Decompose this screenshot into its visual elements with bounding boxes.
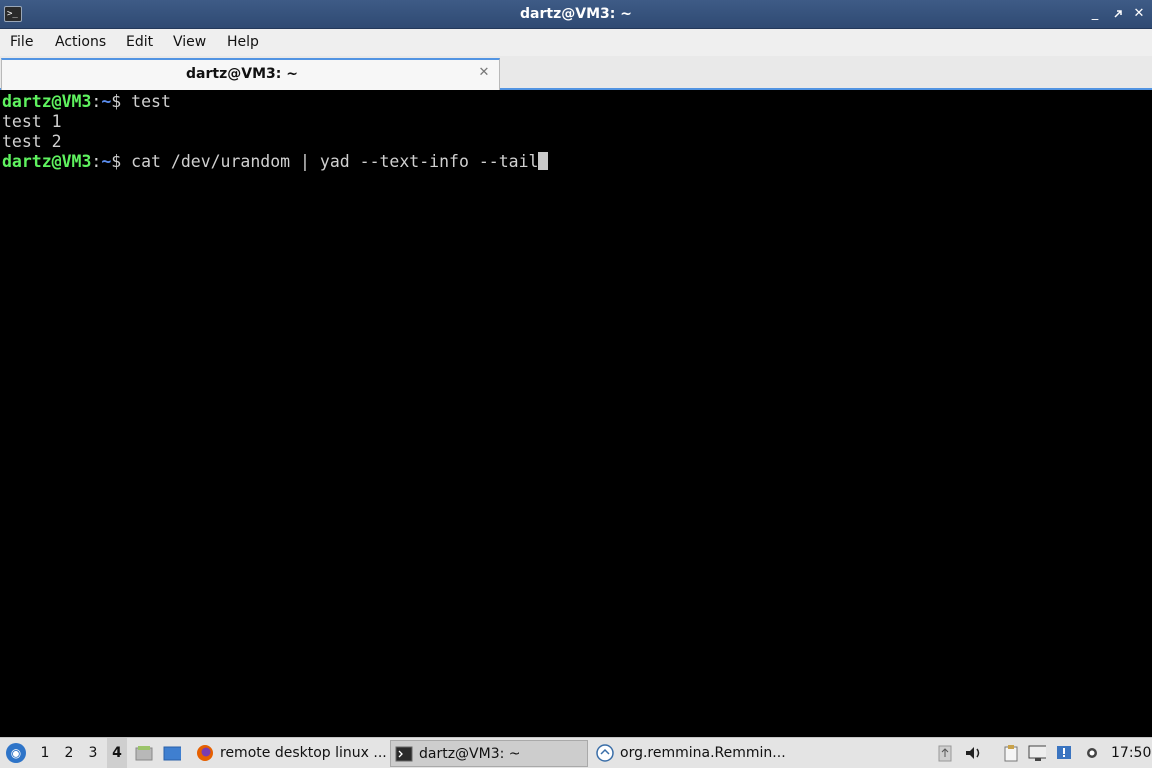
menu-view[interactable]: View bbox=[173, 29, 206, 56]
prompt-user: dartz@VM3 bbox=[2, 152, 92, 171]
workspace-1[interactable]: 1 bbox=[35, 738, 55, 768]
command-text: test bbox=[131, 92, 171, 111]
prompt-dollar: $ bbox=[111, 152, 132, 171]
menu-help[interactable]: Help bbox=[227, 29, 259, 56]
tab-terminal[interactable]: dartz@VM3: ~ ✕ bbox=[1, 58, 500, 90]
taskbar: ◉ 1 2 3 4 remote desktop linux ... dartz… bbox=[0, 737, 1152, 768]
file-manager-icon[interactable] bbox=[135, 744, 153, 762]
tab-close-icon[interactable]: ✕ bbox=[477, 66, 491, 80]
workspace-4[interactable]: 4 bbox=[107, 738, 127, 768]
workspace-3[interactable]: 3 bbox=[83, 738, 103, 768]
tab-bar: dartz@VM3: ~ ✕ bbox=[0, 56, 1152, 90]
terminal-line: test 1 bbox=[2, 112, 62, 132]
prompt-path: ~ bbox=[101, 92, 112, 111]
prompt-user: dartz@VM3 bbox=[2, 92, 92, 111]
task-firefox[interactable]: remote desktop linux ... bbox=[192, 740, 388, 767]
prompt-path: ~ bbox=[101, 152, 112, 171]
status-dot-icon[interactable] bbox=[1083, 744, 1101, 762]
task-terminal[interactable]: dartz@VM3: ~ bbox=[390, 740, 588, 767]
output-text: test 2 bbox=[2, 132, 62, 151]
command-text: cat /dev/urandom | yad --text-info --tai… bbox=[131, 152, 539, 171]
prompt-colon: : bbox=[91, 92, 102, 111]
task-remmina[interactable]: org.remmina.Remmin... bbox=[592, 740, 792, 767]
task-label: org.remmina.Remmin... bbox=[620, 745, 786, 761]
start-menu-icon[interactable]: ◉ bbox=[6, 743, 26, 763]
prompt-colon: : bbox=[91, 152, 102, 171]
text-cursor bbox=[538, 152, 549, 170]
terminal-line: dartz@VM3:~$ test bbox=[2, 92, 171, 112]
window-titlebar[interactable]: >_ dartz@VM3: ~ _ ✕ bbox=[0, 0, 1152, 29]
menu-file[interactable]: File bbox=[10, 29, 33, 56]
workspace-2[interactable]: 2 bbox=[59, 738, 79, 768]
terminal-line: test 2 bbox=[2, 132, 62, 152]
network-icon[interactable] bbox=[1028, 744, 1046, 762]
firefox-icon bbox=[197, 745, 213, 761]
menu-actions[interactable]: Actions bbox=[55, 29, 106, 56]
minimize-button[interactable]: _ bbox=[1087, 6, 1103, 22]
task-label: dartz@VM3: ~ bbox=[419, 746, 521, 762]
tab-label: dartz@VM3: ~ bbox=[186, 66, 298, 82]
terminal-area[interactable]: dartz@VM3:~$ test test 1 test 2 dartz@VM… bbox=[0, 92, 1152, 737]
maximize-button[interactable] bbox=[1110, 6, 1126, 22]
clipboard-icon[interactable] bbox=[1002, 744, 1020, 762]
updates-icon[interactable] bbox=[936, 744, 954, 762]
window-title: dartz@VM3: ~ bbox=[520, 6, 632, 22]
output-text: test 1 bbox=[2, 112, 62, 131]
terminal-line: dartz@VM3:~$ cat /dev/urandom | yad --te… bbox=[2, 152, 549, 172]
close-button[interactable]: ✕ bbox=[1131, 6, 1147, 22]
remmina-icon bbox=[596, 744, 614, 762]
menu-bar: File Actions Edit View Help bbox=[0, 29, 1152, 56]
volume-icon[interactable] bbox=[964, 744, 982, 762]
task-label: remote desktop linux ... bbox=[220, 745, 387, 761]
clock[interactable]: 17:50 bbox=[1111, 738, 1151, 768]
show-desktop-icon[interactable] bbox=[163, 744, 181, 762]
prompt-dollar: $ bbox=[111, 92, 132, 111]
notification-icon[interactable] bbox=[1055, 744, 1073, 762]
menu-edit[interactable]: Edit bbox=[126, 29, 153, 56]
terminal-icon bbox=[395, 746, 413, 762]
maximize-icon bbox=[1114, 10, 1122, 18]
